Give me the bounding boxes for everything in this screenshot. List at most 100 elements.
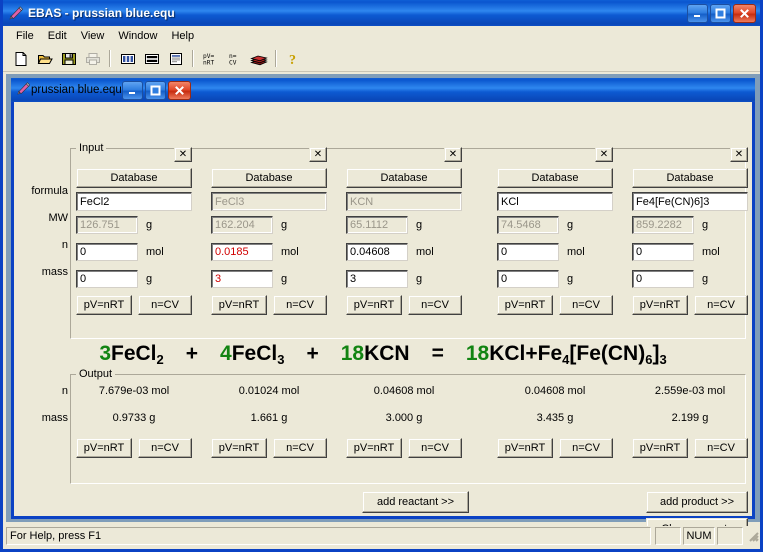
menu-edit[interactable]: Edit xyxy=(41,28,74,44)
minimize-button[interactable] xyxy=(687,3,708,23)
n-2-input[interactable]: 0.0185 xyxy=(211,243,273,261)
input-2-pv-nrt-button[interactable]: pV=nRT xyxy=(211,295,267,315)
database-2-button[interactable]: Database xyxy=(211,168,327,188)
pv-nrt-icon[interactable]: pV= nRT xyxy=(199,48,222,70)
formula-1-input[interactable]: FeCl2 xyxy=(76,192,192,211)
maximize-button[interactable] xyxy=(710,3,731,23)
n-5-input[interactable]: 0 xyxy=(632,243,694,261)
mw-4-value: 74.5468 xyxy=(497,216,559,234)
rows-view-icon[interactable] xyxy=(140,48,163,70)
pencil-icon xyxy=(16,81,31,99)
resize-grip-icon[interactable] xyxy=(746,529,760,543)
output-n-1: 7.679e-03 mol xyxy=(98,385,170,397)
mdi-client-area: prussian blue.equ Input formula MW n mas… xyxy=(6,74,760,540)
document-maximize-button[interactable] xyxy=(144,80,166,100)
output-4-pv-nrt-button[interactable]: pV=nRT xyxy=(497,438,553,458)
document-body: Input formula MW n mass ✕ Database FeCl2… xyxy=(14,102,752,540)
pencil-icon xyxy=(8,5,24,21)
status-message: For Help, press F1 xyxy=(6,527,651,545)
output-4-n-cv-button[interactable]: n=CV xyxy=(559,438,613,458)
mass-1-input[interactable]: 0 xyxy=(76,270,138,288)
status-indicator-1 xyxy=(655,527,681,545)
input-1-n-cv-button[interactable]: n=CV xyxy=(138,295,192,315)
input-5-pv-nrt-button[interactable]: pV=nRT xyxy=(632,295,688,315)
output-5-n-cv-button[interactable]: n=CV xyxy=(694,438,748,458)
database-1-button[interactable]: Database xyxy=(76,168,192,188)
output-2-pv-nrt-button[interactable]: pV=nRT xyxy=(211,438,267,458)
output-2-n-cv-button[interactable]: n=CV xyxy=(273,438,327,458)
mass-5-unit: g xyxy=(702,273,709,285)
menu-help[interactable]: Help xyxy=(164,28,201,44)
document-minimize-button[interactable] xyxy=(121,80,143,100)
equation-plus: + xyxy=(525,342,538,365)
main-titlebar[interactable]: EBAS - prussian blue.equ xyxy=(3,0,760,26)
n-3-unit: mol xyxy=(416,246,434,258)
mw-2-value: 162.204 xyxy=(211,216,273,234)
document-close-button[interactable] xyxy=(167,80,191,100)
remove-substance-2-button[interactable]: ✕ xyxy=(309,147,327,162)
formula-4-input[interactable]: KCl xyxy=(497,192,613,211)
n-3-input[interactable]: 0.04608 xyxy=(346,243,408,261)
mass-5-input[interactable]: 0 xyxy=(632,270,694,288)
close-button[interactable] xyxy=(733,3,756,23)
mass-2-input[interactable]: 3 xyxy=(211,270,273,288)
input-4-pv-nrt-button[interactable]: pV=nRT xyxy=(497,295,553,315)
add-product-button[interactable]: add product >> xyxy=(646,491,748,513)
save-icon[interactable] xyxy=(57,48,80,70)
formula-2-input[interactable]: FeCl3 xyxy=(211,192,327,211)
input-3-pv-nrt-button[interactable]: pV=nRT xyxy=(346,295,402,315)
add-reactant-button[interactable]: add reactant >> xyxy=(362,491,469,513)
n-cv-icon[interactable]: n= CV xyxy=(223,48,246,70)
n-1-input[interactable]: 0 xyxy=(76,243,138,261)
equation-formula: FeCl2 xyxy=(111,342,164,367)
database-4-button[interactable]: Database xyxy=(497,168,613,188)
output-3-n-cv-button[interactable]: n=CV xyxy=(408,438,462,458)
document-titlebar[interactable]: prussian blue.equ xyxy=(11,78,755,102)
menu-window[interactable]: Window xyxy=(111,28,164,44)
new-icon[interactable] xyxy=(9,48,32,70)
columns-view-icon[interactable] xyxy=(116,48,139,70)
equation-formula-part: KCN xyxy=(364,342,410,365)
formula-3-input[interactable]: KCN xyxy=(346,192,462,211)
output-label-mass: mass xyxy=(41,412,68,424)
menu-view[interactable]: View xyxy=(74,28,112,44)
input-2-n-cv-button[interactable]: n=CV xyxy=(273,295,327,315)
menu-file[interactable]: File xyxy=(9,28,41,44)
output-1-n-cv-button[interactable]: n=CV xyxy=(138,438,192,458)
menubar: File Edit View Window Help xyxy=(3,26,760,46)
remove-substance-5-button[interactable]: ✕ xyxy=(730,147,748,162)
equation-plus: + xyxy=(306,342,319,365)
formula-5-input[interactable]: Fe4[Fe(CN)6]3 xyxy=(632,192,748,211)
help-icon[interactable]: ? xyxy=(282,48,305,70)
remove-substance-3-button[interactable]: ✕ xyxy=(444,147,462,162)
output-1-pv-nrt-button[interactable]: pV=nRT xyxy=(76,438,132,458)
output-3-pv-nrt-button[interactable]: pV=nRT xyxy=(346,438,402,458)
database-5-button[interactable]: Database xyxy=(632,168,748,188)
svg-text:nRT: nRT xyxy=(203,59,214,66)
output-5-pv-nrt-button[interactable]: pV=nRT xyxy=(632,438,688,458)
input-5-n-cv-button[interactable]: n=CV xyxy=(694,295,748,315)
equation-term: 18KCl xyxy=(466,342,526,366)
equation-coefficient: 3 xyxy=(99,341,111,365)
book-icon[interactable] xyxy=(247,48,270,70)
mass-3-input[interactable]: 3 xyxy=(346,270,408,288)
print-icon xyxy=(81,48,104,70)
mass-4-input[interactable]: 0 xyxy=(497,270,559,288)
input-3-n-cv-button[interactable]: n=CV xyxy=(408,295,462,315)
equation-coefficient: 18 xyxy=(465,342,490,365)
input-4-n-cv-button[interactable]: n=CV xyxy=(559,295,613,315)
svg-text:?: ? xyxy=(289,53,296,67)
page-view-icon[interactable] xyxy=(164,48,187,70)
input-1-pv-nrt-button[interactable]: pV=nRT xyxy=(76,295,132,315)
status-indicator-3 xyxy=(717,527,743,545)
output-mass-2: 1.661 g xyxy=(250,412,288,424)
label-mass: mass xyxy=(41,266,68,278)
database-3-button[interactable]: Database xyxy=(346,168,462,188)
remove-substance-1-button[interactable]: ✕ xyxy=(174,147,192,162)
equation-term: 4FeCl3 xyxy=(220,342,284,367)
n-4-unit: mol xyxy=(567,246,585,258)
remove-substance-4-button[interactable]: ✕ xyxy=(595,147,613,162)
n-4-input[interactable]: 0 xyxy=(497,243,559,261)
open-icon[interactable] xyxy=(33,48,56,70)
output-n-4: 0.04608 mol xyxy=(524,385,586,397)
